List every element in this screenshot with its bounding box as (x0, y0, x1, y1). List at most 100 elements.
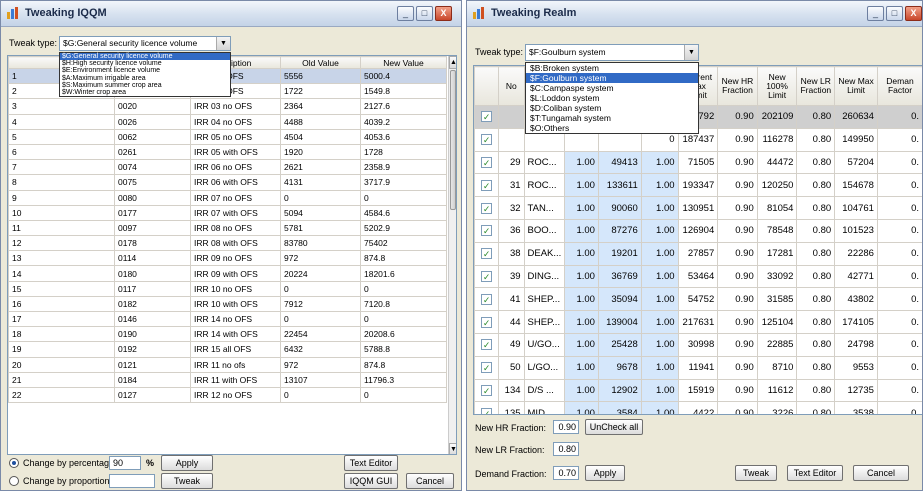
table-cell[interactable]: 2358.9 (360, 159, 447, 176)
table-cell[interactable]: 0.80 (796, 287, 836, 312)
table-cell[interactable]: 87276 (597, 218, 642, 243)
table-cell[interactable]: 44 (498, 310, 525, 334)
chevron-down-icon[interactable]: ▼ (684, 45, 698, 60)
table-cell[interactable]: 139004 (597, 310, 642, 334)
cancel-button[interactable]: Cancel (406, 473, 454, 489)
table-cell[interactable]: 2621 (280, 159, 361, 176)
table-cell[interactable]: 1.00 (640, 332, 679, 357)
table-cell[interactable]: 0.90 (717, 150, 758, 175)
table-cell[interactable]: 22286 (834, 241, 878, 266)
table-cell[interactable]: 0261 (114, 143, 191, 161)
checkbox[interactable]: ✓ (481, 111, 493, 123)
table-cell[interactable]: 874.8 (360, 250, 447, 267)
table-cell[interactable]: IRR 04 no OFS (190, 113, 281, 130)
table-cell[interactable]: 1.00 (640, 287, 679, 312)
table-cell[interactable]: 27857 (677, 241, 719, 266)
table-cell[interactable]: 9 (8, 189, 115, 206)
table-cell[interactable]: 1722 (280, 83, 361, 100)
table-cell[interactable]: 41 (498, 287, 525, 312)
table-cell[interactable]: 12735 (834, 378, 878, 403)
table-row[interactable]: ✓ 50 L/GO... 1.00 9678 1.00 11941 0.90 8710 0.80 9… (474, 355, 922, 380)
table-cell[interactable]: 21 (8, 371, 115, 388)
table-row[interactable]: ✓ 38 DEAK... 1.00 19201 1.00 27857 0.90 17281 0.8… (474, 241, 922, 266)
table-cell[interactable]: 9553 (834, 355, 878, 380)
table-cell[interactable]: 15919 (677, 378, 719, 403)
title-bar[interactable]: Tweaking IQQM _ □ X (1, 1, 461, 27)
table-row[interactable]: 20 0121 IRR 11 no ofs 972 874.8 (8, 356, 447, 373)
table-cell[interactable]: 4584.6 (360, 204, 447, 221)
table-cell[interactable]: 0 (280, 280, 361, 297)
table-row[interactable]: 19 0192 IRR 15 all OFS 6432 5788.8 (8, 341, 447, 358)
table-row[interactable]: 10 0177 IRR 07 with OFS 5094 4584.6 (8, 204, 447, 221)
table-row[interactable]: 5 0062 IRR 05 no OFS 4504 4053.6 (8, 128, 447, 145)
table-cell[interactable]: 126904 (677, 218, 719, 243)
dropdown-option[interactable]: $G:General security licence volume (60, 53, 230, 61)
table-cell[interactable]: IRR 06 with OFS (190, 174, 281, 191)
table-cell[interactable]: 0 (280, 386, 361, 404)
table-cell[interactable]: 0026 (114, 113, 191, 130)
table-cell[interactable]: 0.90 (717, 401, 758, 414)
table-cell[interactable]: 0180 (114, 265, 191, 282)
table-cell[interactable]: 5788.8 (360, 341, 447, 358)
column-header[interactable]: Deman Factor (876, 66, 922, 106)
table-cell[interactable]: 5781 (280, 219, 361, 237)
table-row[interactable]: 6 0261 IRR 05 with OFS 1920 1728 (8, 143, 447, 161)
table-cell[interactable]: 0.80 (796, 332, 836, 357)
table-cell[interactable]: 0.90 (717, 332, 758, 357)
table-cell[interactable]: 0. (876, 127, 922, 152)
tweak-type-select[interactable]: $F:Goulburn system ▼ (525, 44, 699, 61)
table-cell[interactable]: 217631 (677, 310, 719, 334)
maximize-button[interactable]: □ (886, 6, 903, 21)
table-cell[interactable]: 0020 (114, 98, 191, 115)
dropdown-option[interactable]: $T:Tungamah system (526, 113, 698, 123)
table-cell[interactable]: 5556 (280, 67, 361, 85)
table-cell[interactable]: 1.00 (640, 218, 679, 243)
iqqm-gui-button[interactable]: IQQM GUI (344, 473, 398, 489)
table-cell[interactable]: 0.80 (796, 173, 836, 198)
table-cell[interactable]: 0.80 (796, 378, 836, 403)
table-cell[interactable]: 104761 (834, 196, 878, 220)
table-cell[interactable]: 31585 (756, 287, 798, 312)
table-cell[interactable]: 1.00 (640, 401, 679, 414)
table-cell[interactable]: 1.00 (640, 150, 679, 175)
table-cell[interactable]: 20 (8, 356, 115, 373)
table-row[interactable]: ✓ 36 BOO... 1.00 87276 1.00 126904 0.90 78548 0.8… (474, 218, 922, 243)
column-header[interactable]: No (498, 66, 525, 106)
table-cell[interactable]: 8 (8, 174, 115, 191)
table-cell[interactable]: 0. (876, 287, 922, 312)
table-cell[interactable]: 42771 (834, 264, 878, 289)
table-cell[interactable]: 0 (360, 386, 447, 404)
table-cell[interactable]: 4504 (280, 128, 361, 145)
table-cell[interactable]: 0190 (114, 326, 191, 343)
table-cell[interactable]: 874.8 (360, 356, 447, 373)
table-cell[interactable]: 0. (876, 218, 922, 243)
grid-scrollbar[interactable]: ▲ ▼ (448, 56, 456, 454)
table-cell[interactable]: 11612 (756, 378, 798, 403)
table-row[interactable]: 13 0114 IRR 09 no OFS 972 874.8 (8, 250, 447, 267)
table-cell[interactable]: 0.80 (796, 355, 836, 380)
dropdown-option[interactable]: $D:Coliban system (526, 103, 698, 113)
new-lr-fraction-input[interactable]: 0.80 (553, 442, 579, 456)
row-checkbox-cell[interactable]: ✓ (474, 127, 500, 152)
table-cell[interactable]: 0. (876, 105, 922, 129)
table-cell[interactable]: 0.80 (796, 218, 836, 243)
table-cell[interactable]: IRR 14 no OFS (190, 310, 281, 328)
table-row[interactable]: 7 0074 IRR 06 no OFS 2621 2358.9 (8, 159, 447, 176)
chevron-down-icon[interactable]: ▼ (216, 37, 230, 50)
table-cell[interactable]: 134 (498, 378, 525, 403)
table-cell[interactable]: 53464 (677, 264, 719, 289)
dropdown-option[interactable]: $A:Maximum irrigable area (60, 75, 230, 82)
column-header[interactable]: New Value (360, 56, 447, 69)
minimize-button[interactable]: _ (397, 6, 414, 21)
table-cell[interactable]: 49 (498, 332, 525, 357)
maximize-button[interactable]: □ (416, 6, 433, 21)
table-cell[interactable]: 18 (8, 326, 115, 343)
table-cell[interactable]: 0075 (114, 174, 191, 191)
table-cell[interactable]: 90060 (597, 196, 642, 220)
table-cell[interactable]: 1.00 (564, 218, 599, 243)
table-cell[interactable]: IRR 10 with OFS (190, 295, 281, 313)
table-cell[interactable]: 1.00 (564, 173, 599, 198)
table-row[interactable]: ✓ 32 TAN... 1.00 90060 1.00 130951 0.90 81054 0.8… (474, 196, 922, 220)
table-cell[interactable]: 0.80 (796, 401, 836, 414)
checkbox[interactable]: ✓ (481, 316, 493, 328)
